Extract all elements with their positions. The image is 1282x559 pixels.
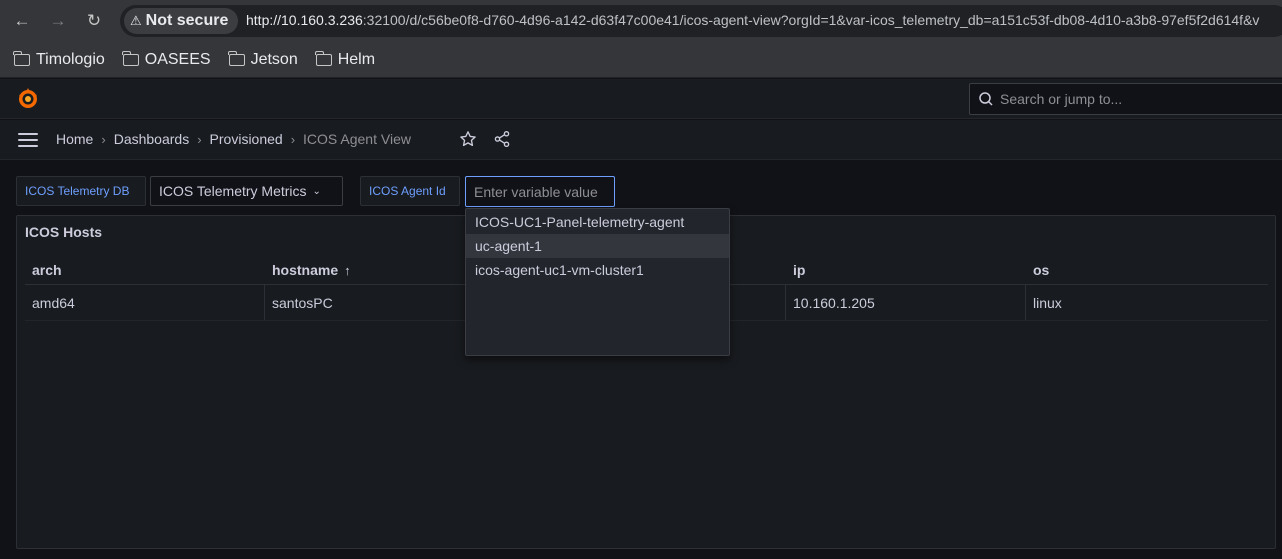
- agent-id-dropdown: ICOS-UC1-Panel-telemetry-agent uc-agent-…: [465, 208, 730, 356]
- column-header-arch[interactable]: arch: [25, 256, 265, 284]
- panel-title: ICOS Hosts: [25, 224, 103, 240]
- share-icon[interactable]: [493, 130, 511, 148]
- chevron-right-icon: ›: [290, 131, 296, 147]
- grafana-logo-icon[interactable]: [16, 87, 40, 111]
- browser-toolbar: ← → ↻ ⚠ Not secure http://10.160.3.236:3…: [0, 0, 1282, 42]
- breadcrumb-dashboards[interactable]: Dashboards: [114, 131, 190, 147]
- chevron-right-icon: ›: [197, 131, 202, 147]
- folder-icon: [227, 50, 245, 66]
- breadcrumb-home[interactable]: Home: [56, 131, 93, 147]
- back-arrow-icon[interactable]: ←: [10, 9, 34, 33]
- cell-os: linux: [1033, 294, 1062, 311]
- security-label: Not secure: [145, 12, 229, 29]
- dashboard-actions: [459, 130, 511, 148]
- menu-icon[interactable]: [18, 133, 38, 147]
- variable-label-agent-id: ICOS Agent Id: [360, 176, 460, 206]
- telemetry-db-select[interactable]: ICOS Telemetry Metrics ⌄: [150, 176, 343, 206]
- sort-ascending-icon: ↑: [344, 262, 351, 278]
- dropdown-option[interactable]: ICOS-UC1-Panel-telemetry-agent: [466, 210, 729, 234]
- chevron-right-icon: ›: [101, 131, 106, 147]
- breadcrumb: Home › Dashboards › Provisioned › ICOS A…: [56, 131, 411, 147]
- warning-icon: ⚠: [130, 13, 142, 28]
- bookmarks-bar: Timologio OASEES Jetson Helm: [0, 42, 1282, 78]
- folder-icon: [315, 50, 332, 66]
- breadcrumb-current: ICOS Agent View: [303, 131, 411, 147]
- cell-ip: 10.160.1.205: [786, 285, 1026, 320]
- breadcrumb-bar: Home › Dashboards › Provisioned › ICOS A…: [0, 120, 1282, 160]
- cell-arch: amd64: [25, 285, 265, 320]
- column-header-os[interactable]: os: [1026, 256, 1268, 284]
- dropdown-option[interactable]: uc-agent-1: [466, 234, 729, 258]
- url-text[interactable]: http://10.160.3.236:32100/d/c56be0f8-d76…: [246, 12, 1259, 28]
- security-chip[interactable]: ⚠ Not secure: [124, 8, 239, 34]
- column-header-ip[interactable]: ip: [786, 256, 1026, 284]
- address-bar[interactable]: ⚠ Not secure http://10.160.3.236:32100/d…: [120, 5, 1282, 37]
- folder-icon: [122, 50, 139, 66]
- bookmark-timologio[interactable]: Timologio: [13, 50, 105, 69]
- folder-icon: [13, 50, 30, 66]
- search-icon: [979, 92, 993, 106]
- star-icon[interactable]: [459, 130, 477, 148]
- bookmark-jetson[interactable]: Jetson: [227, 50, 298, 69]
- search-input[interactable]: Search or jump to...: [969, 83, 1282, 115]
- chevron-down-icon: ⌄: [312, 185, 321, 197]
- agent-id-input[interactable]: [465, 176, 615, 207]
- variable-label-telemetry-db: ICOS Telemetry DB: [16, 176, 146, 206]
- dropdown-option[interactable]: icos-agent-uc1-vm-cluster1: [466, 258, 729, 282]
- reload-icon[interactable]: ↻: [82, 9, 106, 33]
- grafana-topbar: Search or jump to...: [0, 79, 1282, 119]
- bookmark-oasees[interactable]: OASEES: [122, 50, 211, 69]
- breadcrumb-provisioned[interactable]: Provisioned: [210, 131, 283, 147]
- forward-arrow-icon[interactable]: →: [46, 9, 70, 33]
- bookmark-helm[interactable]: Helm: [315, 50, 375, 69]
